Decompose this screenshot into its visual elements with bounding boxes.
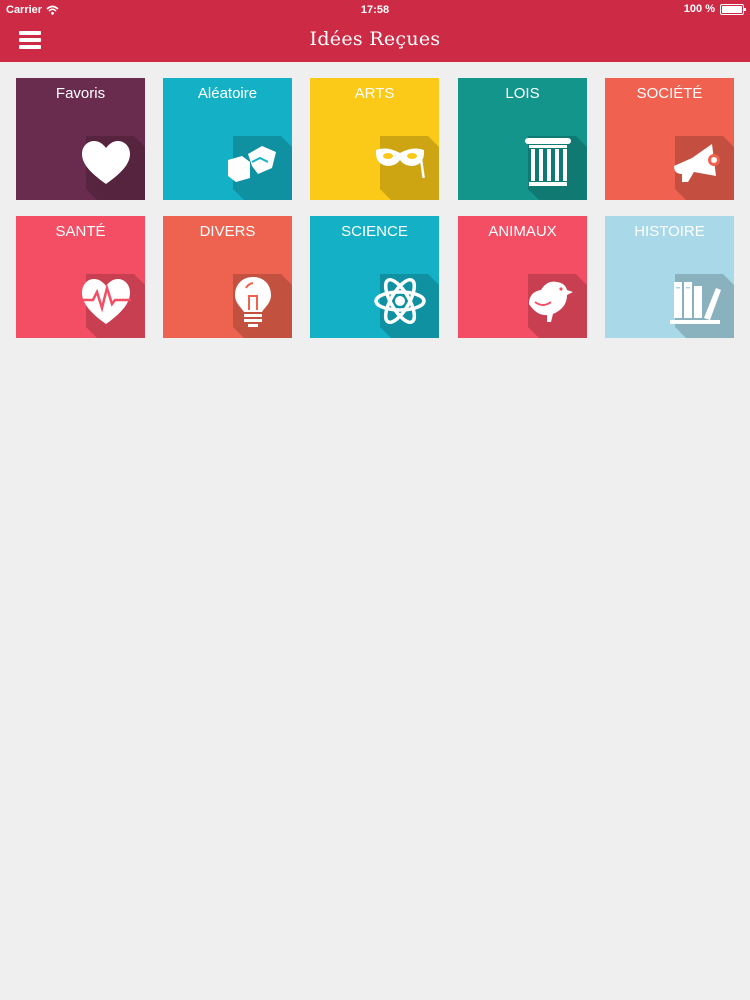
category-label: HISTOIRE: [634, 223, 705, 240]
category-label: SOCIÉTÉ: [636, 85, 703, 102]
mask-icon: [375, 148, 425, 179]
books-icon: [670, 282, 721, 324]
category-label: SANTÉ: [55, 223, 106, 240]
category-label: DIVERS: [199, 223, 256, 240]
category-tile-2[interactable]: Aléatoire: [163, 78, 292, 200]
status-time: 17:58: [360, 4, 390, 16]
category-tile-1[interactable]: Favoris: [16, 78, 145, 200]
category-tile-3[interactable]: ARTS: [310, 78, 439, 200]
status-bar: Carrier 17:58 100 %: [0, 0, 750, 20]
battery-percent: 100 %: [683, 3, 715, 15]
category-tile-5[interactable]: SOCIÉTÉ: [605, 78, 734, 200]
lightbulb-icon: [235, 277, 271, 327]
category-tile-8[interactable]: SCIENCE: [310, 216, 439, 338]
category-tile-10[interactable]: HISTOIRE: [605, 216, 734, 338]
dice-icon: [228, 146, 276, 182]
category-label: LOIS: [505, 85, 540, 102]
category-tile-7[interactable]: DIVERS: [163, 216, 292, 338]
category-label: ARTS: [354, 85, 395, 102]
category-tile-4[interactable]: LOIS: [458, 78, 587, 200]
page-title: Idées Reçues: [309, 28, 441, 50]
heartbeat-icon: [81, 279, 131, 324]
megaphone-icon: [674, 144, 720, 182]
atom-icon: [374, 277, 426, 325]
category-label: ANIMAUX: [488, 223, 557, 240]
navigation-bar: Idées Reçues: [0, 20, 750, 62]
column-icon: [525, 138, 571, 186]
battery-icon: [720, 3, 746, 15]
bird-icon: [529, 281, 573, 322]
category-tile-6[interactable]: SANTÉ: [16, 216, 145, 338]
category-tile-9[interactable]: ANIMAUX: [458, 216, 587, 338]
category-label: Aléatoire: [197, 85, 258, 102]
status-right: 100 %: [683, 3, 746, 15]
category-label: Favoris: [55, 85, 106, 102]
category-label: SCIENCE: [341, 223, 408, 240]
heart-icon: [82, 141, 130, 184]
